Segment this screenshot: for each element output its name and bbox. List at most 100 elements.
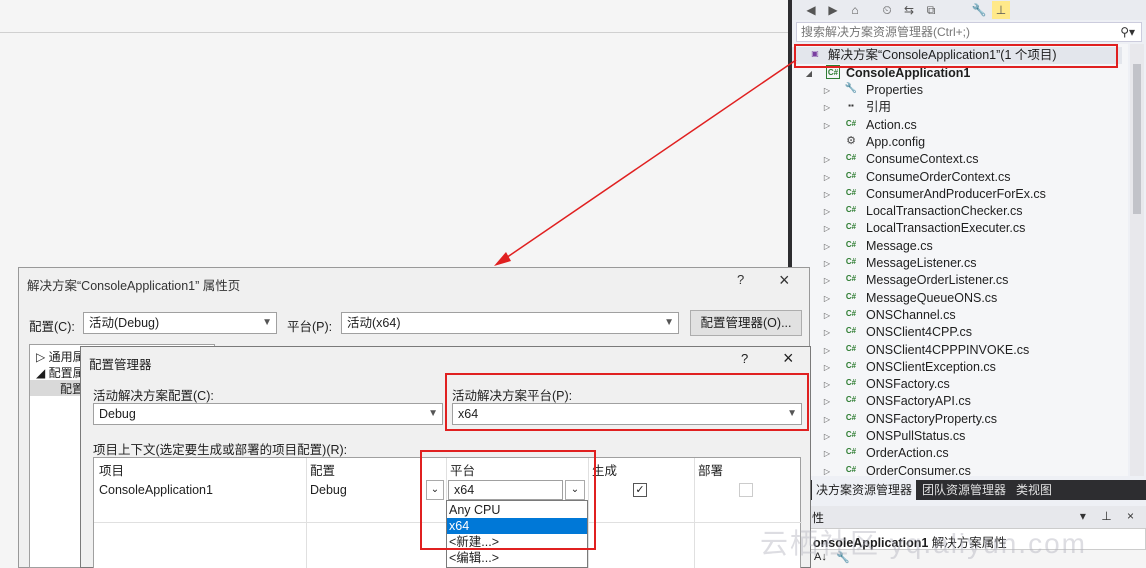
collapsed-arrow-icon[interactable]: ▷ bbox=[822, 324, 832, 341]
properties-wrench-icon[interactable]: 🔧 bbox=[970, 1, 988, 19]
collapsed-arrow-icon[interactable]: ▷ bbox=[822, 445, 832, 462]
close-button[interactable]: × bbox=[779, 270, 790, 291]
scrollbar-thumb[interactable] bbox=[1133, 64, 1141, 214]
deploy-checkbox bbox=[739, 483, 753, 497]
csharp-file-icon: C# bbox=[845, 153, 857, 163]
platform-dropdown[interactable]: 活动(x64) ▼ bbox=[341, 312, 679, 334]
tree-item[interactable]: ▷ C# ConsumeContext.cs bbox=[792, 151, 1122, 168]
tab-team-explorer[interactable]: 团队资源管理器 bbox=[918, 480, 1010, 500]
tree-item[interactable]: ▷ C# Action.cs bbox=[792, 117, 1122, 134]
tree-item-common[interactable]: ▷ 通用属 bbox=[36, 348, 85, 365]
tree-item[interactable]: ⚙ App.config bbox=[792, 134, 1122, 151]
tree-item[interactable]: ▷ C# ConsumerAndProducerForEx.cs bbox=[792, 186, 1122, 203]
help-button[interactable]: ? bbox=[741, 351, 748, 366]
tree-item[interactable]: ▷ C# MessageListener.cs bbox=[792, 255, 1122, 272]
collapsed-arrow-icon[interactable]: ▷ bbox=[822, 376, 832, 393]
collapsed-arrow-icon[interactable]: ▷ bbox=[822, 117, 832, 134]
collapsed-arrow-icon[interactable]: ▷ bbox=[822, 220, 832, 237]
collapsed-arrow-icon[interactable]: ▷ bbox=[822, 393, 832, 410]
csharp-file-icon: C# bbox=[845, 308, 857, 318]
collapsed-arrow-icon[interactable]: ▷ bbox=[822, 255, 832, 272]
tree-item-label: ConsumeOrderContext.cs bbox=[866, 169, 1011, 184]
back-icon[interactable]: ◀ bbox=[802, 1, 820, 19]
option-edit[interactable]: <编辑...> bbox=[447, 550, 587, 566]
column-header-deploy: 部署 bbox=[698, 464, 724, 478]
platform-value: 活动(x64) bbox=[347, 316, 401, 330]
tree-item-label: ConsumerAndProducerForEx.cs bbox=[866, 186, 1046, 201]
tree-item[interactable]: ▷ C# ONSFactoryProperty.cs bbox=[792, 411, 1122, 428]
collapsed-arrow-icon[interactable]: ▷ bbox=[822, 359, 832, 376]
row-config[interactable]: Debug bbox=[310, 483, 347, 497]
tree-item[interactable]: ▷ C# OrderConsumer.cs bbox=[792, 463, 1122, 476]
collapsed-arrow-icon[interactable]: ▷ bbox=[822, 290, 832, 307]
collapsed-arrow-icon[interactable]: ▷ bbox=[822, 186, 832, 203]
pin-icon[interactable]: ⊥ bbox=[992, 1, 1010, 19]
tree-item[interactable]: ▷ C# Message.cs bbox=[792, 238, 1122, 255]
solution-tree: ▣ 解决方案“ConsoleApplication1”(1 个项目) ◢ C# … bbox=[792, 44, 1128, 476]
tab-solution-explorer[interactable]: 决方案资源管理器 bbox=[812, 480, 917, 500]
tree-item-label: Message.cs bbox=[866, 238, 933, 253]
chevron-down-icon: ▼ bbox=[428, 408, 438, 419]
highlight-active-platform bbox=[445, 373, 809, 431]
forward-icon[interactable]: ▶ bbox=[824, 1, 842, 19]
collapsed-arrow-icon[interactable]: ▷ bbox=[822, 411, 832, 428]
collapsed-arrow-icon[interactable]: ▷ bbox=[822, 238, 832, 255]
tree-item[interactable]: ▷ C# LocalTransactionChecker.cs bbox=[792, 203, 1122, 220]
tree-item[interactable]: ▷ ▪▪ 引用 bbox=[792, 99, 1122, 116]
close-button[interactable]: × bbox=[783, 348, 794, 369]
collapsed-arrow-icon[interactable]: ▷ bbox=[822, 342, 832, 359]
tree-item[interactable]: ▷ C# ONSFactory.cs bbox=[792, 376, 1122, 393]
solution-explorer-toolbar: ◀ ▶ ⌂ ⏲ ⇆ ⧉ 🔧 ⊥ bbox=[792, 0, 1146, 20]
configuration-manager-button[interactable]: 配置管理器(O)... bbox=[690, 310, 802, 336]
tree-item[interactable]: ▷ 🔧 Properties bbox=[792, 82, 1122, 99]
history-icon[interactable]: ⏲ bbox=[878, 1, 896, 19]
collapse-all-icon[interactable]: ⧉ bbox=[922, 1, 940, 19]
collapsed-arrow-icon[interactable]: ▷ bbox=[822, 169, 832, 186]
tree-item[interactable]: ▷ C# ONSClientException.cs bbox=[792, 359, 1122, 376]
column-divider bbox=[694, 458, 695, 568]
tree-item[interactable]: ▷ C# ONSClient4CPPPINVOKE.cs bbox=[792, 342, 1122, 359]
highlight-platform-column bbox=[420, 450, 596, 550]
tab-class-view[interactable]: 类视图 bbox=[1012, 480, 1056, 500]
collapsed-arrow-icon[interactable]: ▷ bbox=[822, 428, 832, 445]
tree-item[interactable]: ▷ C# LocalTransactionExecuter.cs bbox=[792, 220, 1122, 237]
tree-item-label: 引用 bbox=[866, 100, 892, 115]
tree-item[interactable]: ▷ C# MessageOrderListener.cs bbox=[792, 272, 1122, 289]
sync-icon[interactable]: ⇆ bbox=[900, 1, 918, 19]
tree-item[interactable]: ▷ C# ONSChannel.cs bbox=[792, 307, 1122, 324]
solution-scrollbar[interactable] bbox=[1130, 44, 1144, 476]
home-icon[interactable]: ⌂ bbox=[846, 1, 864, 19]
csharp-file-icon: C# bbox=[845, 274, 857, 284]
collapsed-arrow-icon[interactable]: ▷ bbox=[822, 151, 832, 168]
tree-item-config[interactable]: ◢ 配置属 bbox=[36, 364, 85, 381]
tree-item[interactable]: ▷ C# ONSClient4CPP.cs bbox=[792, 324, 1122, 341]
collapsed-arrow-icon[interactable]: ▷ bbox=[822, 463, 832, 476]
search-icon[interactable]: ⚲▾ bbox=[1120, 23, 1135, 41]
tree-item[interactable]: ▷ C# MessageQueueONS.cs bbox=[792, 290, 1122, 307]
tree-item-label: MessageOrderListener.cs bbox=[866, 273, 1009, 288]
help-button[interactable]: ? bbox=[737, 272, 744, 287]
configuration-dropdown[interactable]: 活动(Debug) ▼ bbox=[83, 312, 277, 334]
tree-item[interactable]: ▷ C# ONSFactoryAPI.cs bbox=[792, 393, 1122, 410]
tree-item[interactable]: ▷ C# ONSPullStatus.cs bbox=[792, 428, 1122, 445]
collapsed-arrow-icon[interactable]: ▷ bbox=[822, 82, 832, 99]
platform-label: 平台(P): bbox=[287, 320, 333, 334]
build-checkbox[interactable]: ✓ bbox=[633, 483, 647, 497]
tree-item[interactable]: ▷ C# OrderAction.cs bbox=[792, 445, 1122, 462]
collapsed-arrow-icon[interactable]: ▷ bbox=[822, 99, 832, 116]
csharp-file-icon: C# bbox=[845, 464, 857, 474]
tree-item[interactable]: ▷ C# ConsumeOrderContext.cs bbox=[792, 169, 1122, 186]
tree-item-label: MessageQueueONS.cs bbox=[866, 290, 998, 305]
collapsed-arrow-icon[interactable]: ▷ bbox=[822, 272, 832, 289]
csharp-file-icon: C# bbox=[845, 360, 857, 370]
csharp-file-icon: C# bbox=[845, 257, 857, 266]
properties-window-controls[interactable]: ▾ ⊥ × bbox=[1080, 509, 1140, 523]
csharp-file-icon: C# bbox=[845, 205, 857, 215]
collapsed-arrow-icon[interactable]: ▷ bbox=[822, 307, 832, 324]
collapsed-arrow-icon[interactable]: ▷ bbox=[822, 203, 832, 220]
chevron-down-icon: ▼ bbox=[664, 317, 674, 328]
editor-divider bbox=[0, 32, 788, 33]
tree-item-label: ONSFactoryAPI.cs bbox=[866, 394, 971, 409]
solution-search-input[interactable]: 搜索解决方案资源管理器(Ctrl+;) ⚲▾ bbox=[796, 22, 1142, 42]
active-config-dropdown[interactable]: Debug ▼ bbox=[93, 403, 443, 425]
